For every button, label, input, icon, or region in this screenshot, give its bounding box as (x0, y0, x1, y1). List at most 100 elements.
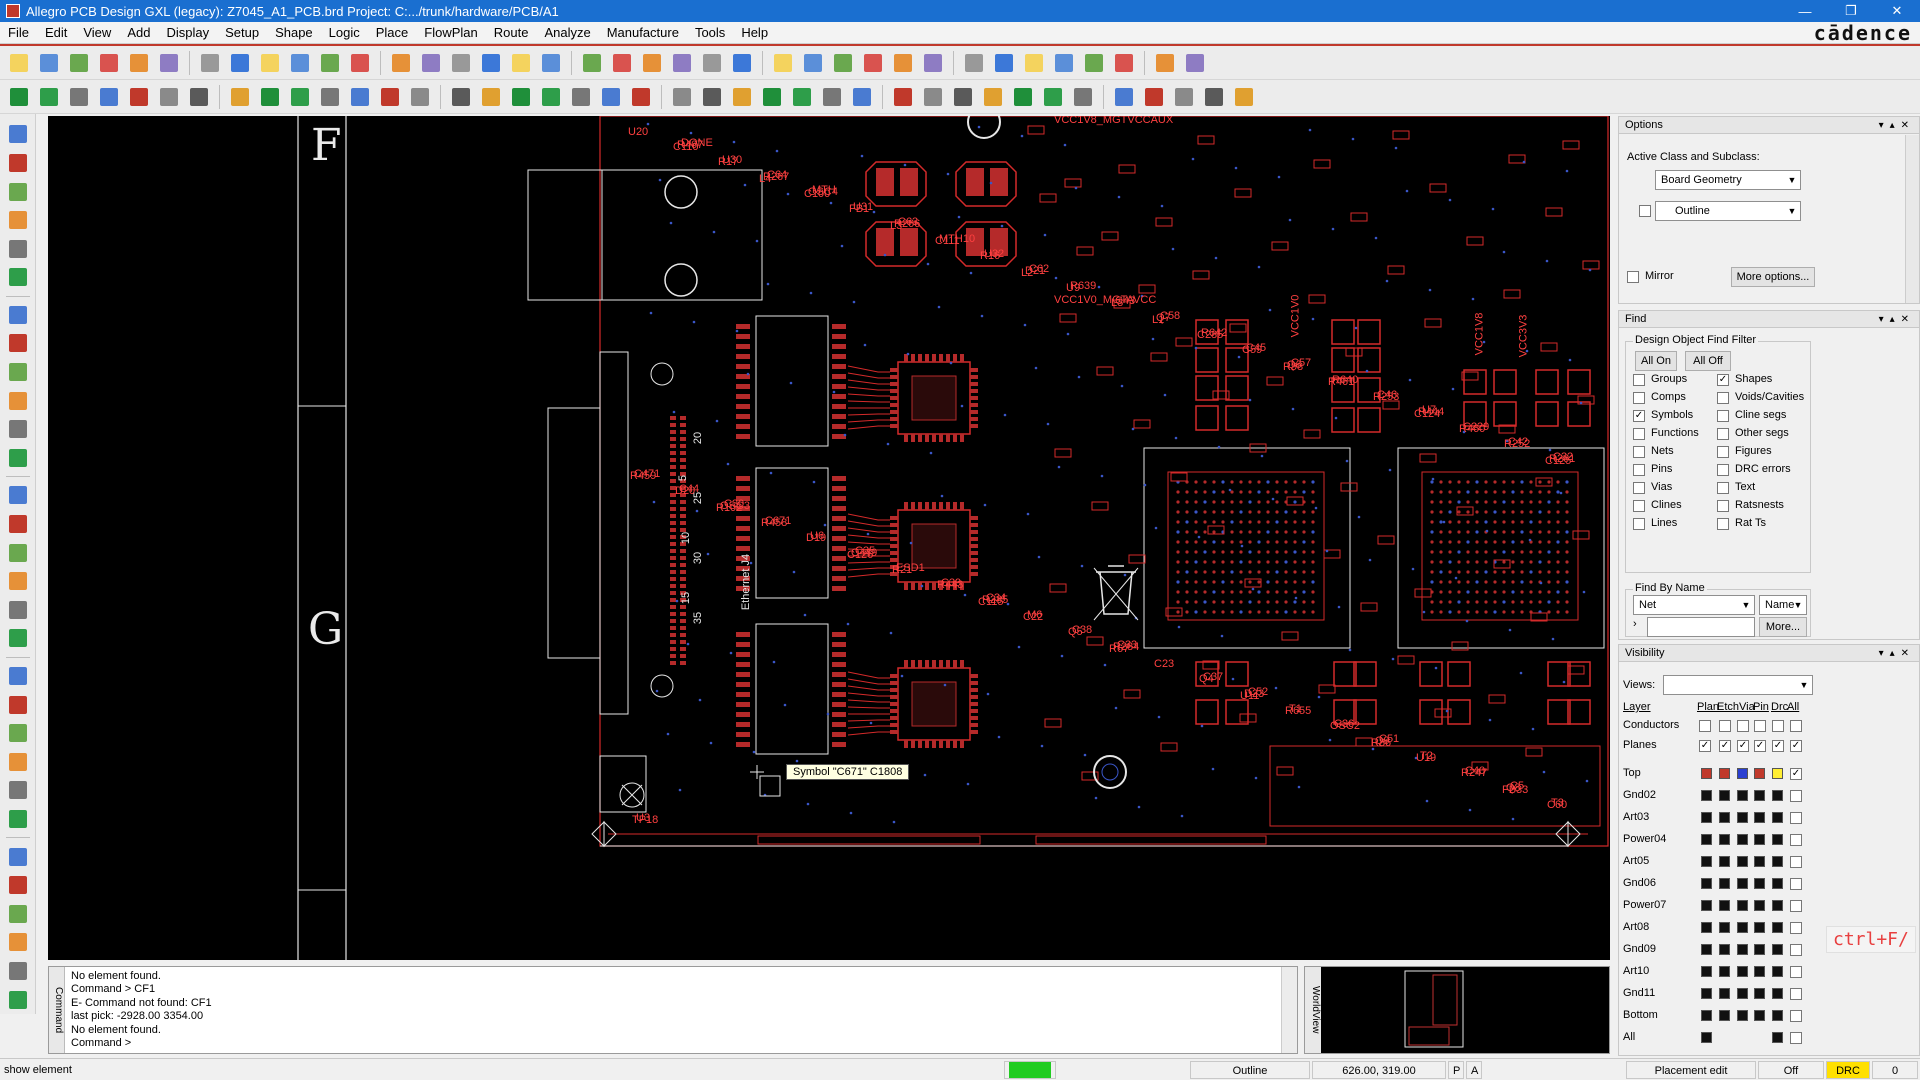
panel-controls-icon[interactable]: ▾▴✕ (1879, 645, 1915, 662)
toolbar-button[interactable] (4, 331, 32, 356)
close-button[interactable]: ✕ (1874, 0, 1920, 22)
layer-color-swatch[interactable] (1754, 900, 1765, 911)
console-prompt[interactable]: Command > (71, 1037, 212, 1050)
layer-color-swatch[interactable] (1737, 944, 1748, 955)
toolbar-button[interactable] (1171, 84, 1197, 110)
toolbar-button[interactable] (890, 84, 916, 110)
find-filter-checkbox[interactable] (1717, 464, 1729, 476)
layer-all-checkbox[interactable] (1790, 812, 1802, 824)
layer-color-swatch[interactable] (1772, 944, 1783, 955)
toolbar-button[interactable] (609, 50, 635, 76)
toolbar-button[interactable] (538, 50, 564, 76)
layer-color-swatch[interactable] (1772, 878, 1783, 889)
more-options-button[interactable]: More options... (1731, 267, 1815, 287)
menu-tools[interactable]: Tools (687, 22, 733, 44)
layer-color-swatch[interactable] (1754, 812, 1765, 823)
find-filter-checkbox[interactable] (1633, 464, 1645, 476)
layer-color-swatch[interactable] (1772, 900, 1783, 911)
layer-color-swatch[interactable] (1737, 812, 1748, 823)
toolbar-button[interactable] (126, 50, 152, 76)
layer-color-swatch[interactable] (1701, 966, 1712, 977)
menu-logic[interactable]: Logic (321, 22, 368, 44)
minimize-button[interactable]: — (1782, 0, 1828, 22)
layer-color-swatch[interactable] (1719, 878, 1730, 889)
layer-color-swatch[interactable] (1701, 1010, 1712, 1021)
toolbar-button[interactable] (36, 84, 62, 110)
toolbar-button[interactable] (418, 50, 444, 76)
toolbar-button[interactable] (4, 388, 32, 413)
toolbar-button[interactable] (639, 50, 665, 76)
layer-color-swatch[interactable] (1701, 856, 1712, 867)
menu-setup[interactable]: Setup (217, 22, 267, 44)
menu-shape[interactable]: Shape (267, 22, 321, 44)
layer-color-swatch[interactable] (1754, 790, 1765, 801)
toolbar-button[interactable] (36, 50, 62, 76)
layer-color-swatch[interactable] (1754, 966, 1765, 977)
toolbar-button[interactable] (478, 50, 504, 76)
find-filter-checkbox[interactable] (1633, 518, 1645, 530)
layer-color-swatch[interactable] (1701, 922, 1712, 933)
layer-color-swatch[interactable] (1737, 768, 1748, 779)
toolbar-button[interactable] (4, 598, 32, 623)
toolbar-button[interactable] (1152, 50, 1178, 76)
toolbar-button[interactable] (4, 664, 32, 689)
toolbar-button[interactable] (4, 360, 32, 385)
layer-color-swatch[interactable] (1719, 812, 1730, 823)
panel-controls-icon[interactable]: ▾▴✕ (1879, 311, 1915, 328)
toolbar-button[interactable] (4, 930, 32, 955)
toolbar-button[interactable] (377, 84, 403, 110)
find-filter-checkbox[interactable] (1633, 392, 1645, 404)
toolbar-button[interactable] (4, 807, 32, 832)
layer-all-checkbox[interactable] (1790, 922, 1802, 934)
panel-controls-icon[interactable]: ▾▴✕ (1879, 117, 1915, 134)
toolbar-button[interactable] (4, 778, 32, 803)
toolbar-button[interactable] (538, 84, 564, 110)
layer-color-swatch[interactable] (1719, 900, 1730, 911)
worldview-minimap[interactable] (1305, 967, 1605, 1053)
toolbar-button[interactable] (598, 84, 624, 110)
toolbar-button[interactable] (729, 50, 755, 76)
toolbar-button[interactable] (1081, 50, 1107, 76)
layer-color-swatch[interactable] (1754, 856, 1765, 867)
find-mode-dropdown[interactable]: Name ▼ (1759, 595, 1807, 615)
find-filter-checkbox[interactable] (1633, 500, 1645, 512)
layer-color-swatch[interactable] (1754, 922, 1765, 933)
toolbar-button[interactable] (920, 84, 946, 110)
toolbar-button[interactable] (579, 50, 605, 76)
toolbar-button[interactable] (287, 84, 313, 110)
toolbar-button[interactable] (257, 50, 283, 76)
layer-color-swatch[interactable] (1719, 944, 1730, 955)
layer-color-swatch[interactable] (1701, 900, 1712, 911)
visibility-checkbox[interactable] (1719, 720, 1731, 732)
menu-manufacture[interactable]: Manufacture (599, 22, 687, 44)
visibility-checkbox[interactable] (1790, 720, 1802, 732)
toolbar-button[interactable] (628, 84, 654, 110)
layer-color-swatch[interactable] (1772, 966, 1783, 977)
layer-color-swatch[interactable] (1719, 1010, 1730, 1021)
toolbar-button[interactable] (759, 84, 785, 110)
toolbar-button[interactable] (257, 84, 283, 110)
layer-all-checkbox[interactable] (1790, 790, 1802, 802)
toolbar-button[interactable] (4, 303, 32, 328)
toolbar-button[interactable] (669, 50, 695, 76)
toolbar-button[interactable] (890, 50, 916, 76)
layer-all-checkbox[interactable] (1790, 988, 1802, 1000)
layer-color-swatch[interactable] (1701, 988, 1712, 999)
layer-all-checkbox[interactable] (1790, 856, 1802, 868)
toolbar-button[interactable] (317, 84, 343, 110)
layer-color-swatch[interactable] (1701, 768, 1712, 779)
visibility-checkbox[interactable]: ✓ (1737, 740, 1749, 752)
layer-color-swatch[interactable] (1772, 1032, 1783, 1043)
command-console[interactable]: Command No element found. Command > CF1 … (48, 966, 1298, 1054)
layer-all-checkbox[interactable] (1790, 878, 1802, 890)
find-filter-checkbox[interactable] (1717, 428, 1729, 440)
visibility-checkbox[interactable]: ✓ (1719, 740, 1731, 752)
layer-color-swatch[interactable] (1737, 856, 1748, 867)
toolbar-button[interactable] (4, 873, 32, 898)
status-drc[interactable]: DRC (1826, 1061, 1870, 1079)
layer-color-swatch[interactable] (1719, 768, 1730, 779)
find-filter-checkbox[interactable] (1633, 374, 1645, 386)
toolbar-button[interactable] (448, 84, 474, 110)
find-filter-checkbox[interactable] (1633, 482, 1645, 494)
layer-color-swatch[interactable] (1701, 878, 1712, 889)
